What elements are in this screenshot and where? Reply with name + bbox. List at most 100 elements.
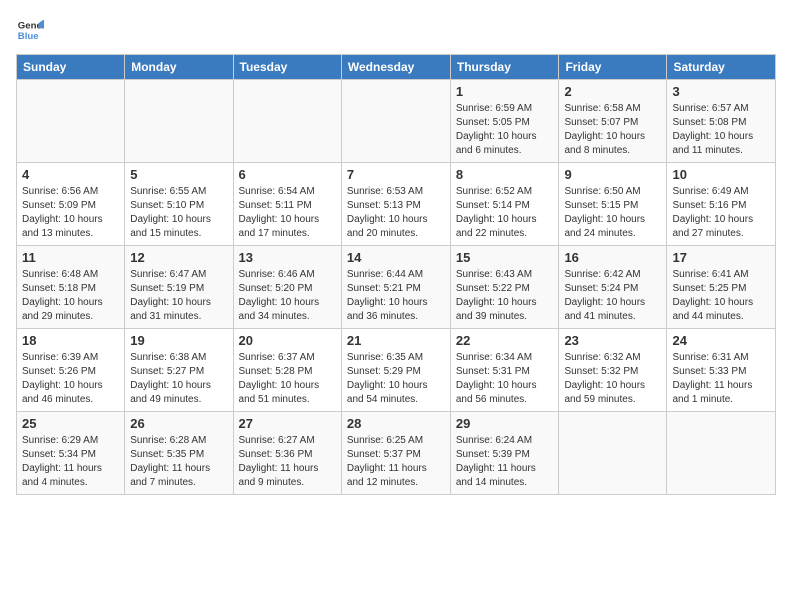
day-info: Sunrise: 6:27 AM Sunset: 5:36 PM Dayligh… (239, 434, 336, 490)
day-info: Sunrise: 6:59 AM Sunset: 5:05 PM Dayligh… (456, 102, 554, 158)
calendar-cell: 17 Sunrise: 6:41 AM Sunset: 5:25 PM Dayli… (667, 246, 776, 329)
day-number: 7 (347, 167, 445, 182)
calendar-cell: 7 Sunrise: 6:53 AM Sunset: 5:13 PM Daylig… (341, 163, 450, 246)
day-number: 19 (130, 333, 227, 348)
calendar-cell: 1 Sunrise: 6:59 AM Sunset: 5:05 PM Daylig… (450, 80, 559, 163)
day-number: 1 (456, 84, 554, 99)
column-header-wednesday: Wednesday (341, 55, 450, 80)
calendar-cell: 20 Sunrise: 6:37 AM Sunset: 5:28 PM Dayli… (233, 329, 341, 412)
day-number: 8 (456, 167, 554, 182)
calendar-cell: 14 Sunrise: 6:44 AM Sunset: 5:21 PM Dayli… (341, 246, 450, 329)
column-header-tuesday: Tuesday (233, 55, 341, 80)
calendar-cell (233, 80, 341, 163)
calendar-cell: 10 Sunrise: 6:49 AM Sunset: 5:16 PM Dayli… (667, 163, 776, 246)
calendar-cell: 21 Sunrise: 6:35 AM Sunset: 5:29 PM Dayli… (341, 329, 450, 412)
calendar-cell: 15 Sunrise: 6:43 AM Sunset: 5:22 PM Dayli… (450, 246, 559, 329)
calendar-cell: 3Sunrise: 6:57 AM Sunset: 5:08 PM Daylig… (667, 80, 776, 163)
page-header: General Blue (16, 16, 776, 44)
day-info: Sunrise: 6:49 AM Sunset: 5:16 PM Dayligh… (672, 185, 770, 241)
day-info: Sunrise: 6:34 AM Sunset: 5:31 PM Dayligh… (456, 351, 554, 407)
day-info: Sunrise: 6:44 AM Sunset: 5:21 PM Dayligh… (347, 268, 445, 324)
day-info: Sunrise: 6:41 AM Sunset: 5:25 PM Dayligh… (672, 268, 770, 324)
calendar-cell: 19 Sunrise: 6:38 AM Sunset: 5:27 PM Dayli… (125, 329, 233, 412)
calendar-cell: 16 Sunrise: 6:42 AM Sunset: 5:24 PM Dayli… (559, 246, 667, 329)
day-info: Sunrise: 6:58 AM Sunset: 5:07 PM Dayligh… (564, 102, 661, 158)
calendar-cell: 5Sunrise: 6:55 AM Sunset: 5:10 PM Daylig… (125, 163, 233, 246)
column-header-thursday: Thursday (450, 55, 559, 80)
day-info: Sunrise: 6:56 AM Sunset: 5:09 PM Dayligh… (22, 185, 119, 241)
calendar-cell: 26 Sunrise: 6:28 AM Sunset: 5:35 PM Dayli… (125, 412, 233, 495)
day-info: Sunrise: 6:28 AM Sunset: 5:35 PM Dayligh… (130, 434, 227, 490)
day-number: 29 (456, 416, 554, 431)
day-number: 6 (239, 167, 336, 182)
calendar-cell: 25 Sunrise: 6:29 AM Sunset: 5:34 PM Dayli… (17, 412, 125, 495)
calendar-cell: 28Sunrise: 6:25 AM Sunset: 5:37 PM Dayli… (341, 412, 450, 495)
calendar-cell: 18 Sunrise: 6:39 AM Sunset: 5:26 PM Dayli… (17, 329, 125, 412)
calendar-cell: 23 Sunrise: 6:32 AM Sunset: 5:32 PM Dayli… (559, 329, 667, 412)
day-number: 15 (456, 250, 554, 265)
day-info: Sunrise: 6:48 AM Sunset: 5:18 PM Dayligh… (22, 268, 119, 324)
logo-icon: General Blue (16, 16, 44, 44)
day-info: Sunrise: 6:24 AM Sunset: 5:39 PM Dayligh… (456, 434, 554, 490)
calendar-cell: 4 Sunrise: 6:56 AM Sunset: 5:09 PM Daylig… (17, 163, 125, 246)
day-number: 16 (564, 250, 661, 265)
day-info: Sunrise: 6:54 AM Sunset: 5:11 PM Dayligh… (239, 185, 336, 241)
day-number: 13 (239, 250, 336, 265)
calendar-week-row: 11 Sunrise: 6:48 AM Sunset: 5:18 PM Dayli… (17, 246, 776, 329)
day-number: 20 (239, 333, 336, 348)
day-info: Sunrise: 6:32 AM Sunset: 5:32 PM Dayligh… (564, 351, 661, 407)
calendar-cell (17, 80, 125, 163)
day-number: 10 (672, 167, 770, 182)
day-number: 27 (239, 416, 336, 431)
day-info: Sunrise: 6:37 AM Sunset: 5:28 PM Dayligh… (239, 351, 336, 407)
day-number: 23 (564, 333, 661, 348)
svg-text:Blue: Blue (18, 31, 39, 42)
calendar-cell: 22 Sunrise: 6:34 AM Sunset: 5:31 PM Dayli… (450, 329, 559, 412)
day-number: 24 (672, 333, 770, 348)
calendar-header-row: SundayMondayTuesdayWednesdayThursdayFrid… (17, 55, 776, 80)
day-number: 25 (22, 416, 119, 431)
day-number: 2 (564, 84, 661, 99)
column-header-sunday: Sunday (17, 55, 125, 80)
day-number: 14 (347, 250, 445, 265)
day-info: Sunrise: 6:42 AM Sunset: 5:24 PM Dayligh… (564, 268, 661, 324)
day-number: 9 (564, 167, 661, 182)
day-number: 21 (347, 333, 445, 348)
day-number: 11 (22, 250, 119, 265)
day-info: Sunrise: 6:53 AM Sunset: 5:13 PM Dayligh… (347, 185, 445, 241)
calendar-cell: 24Sunrise: 6:31 AM Sunset: 5:33 PM Dayli… (667, 329, 776, 412)
day-info: Sunrise: 6:29 AM Sunset: 5:34 PM Dayligh… (22, 434, 119, 490)
calendar-cell: 8 Sunrise: 6:52 AM Sunset: 5:14 PM Daylig… (450, 163, 559, 246)
calendar-week-row: 25 Sunrise: 6:29 AM Sunset: 5:34 PM Dayli… (17, 412, 776, 495)
day-info: Sunrise: 6:39 AM Sunset: 5:26 PM Dayligh… (22, 351, 119, 407)
day-number: 28 (347, 416, 445, 431)
day-info: Sunrise: 6:35 AM Sunset: 5:29 PM Dayligh… (347, 351, 445, 407)
day-number: 17 (672, 250, 770, 265)
day-info: Sunrise: 6:43 AM Sunset: 5:22 PM Dayligh… (456, 268, 554, 324)
calendar-table: SundayMondayTuesdayWednesdayThursdayFrid… (16, 54, 776, 495)
column-header-monday: Monday (125, 55, 233, 80)
calendar-week-row: 4 Sunrise: 6:56 AM Sunset: 5:09 PM Daylig… (17, 163, 776, 246)
day-info: Sunrise: 6:57 AM Sunset: 5:08 PM Dayligh… (672, 102, 770, 158)
day-info: Sunrise: 6:55 AM Sunset: 5:10 PM Dayligh… (130, 185, 227, 241)
day-number: 12 (130, 250, 227, 265)
calendar-cell: 12Sunrise: 6:47 AM Sunset: 5:19 PM Dayli… (125, 246, 233, 329)
calendar-cell: 29 Sunrise: 6:24 AM Sunset: 5:39 PM Dayli… (450, 412, 559, 495)
day-info: Sunrise: 6:50 AM Sunset: 5:15 PM Dayligh… (564, 185, 661, 241)
day-info: Sunrise: 6:38 AM Sunset: 5:27 PM Dayligh… (130, 351, 227, 407)
calendar-week-row: 1 Sunrise: 6:59 AM Sunset: 5:05 PM Daylig… (17, 80, 776, 163)
day-number: 22 (456, 333, 554, 348)
calendar-cell: 6 Sunrise: 6:54 AM Sunset: 5:11 PM Daylig… (233, 163, 341, 246)
day-number: 4 (22, 167, 119, 182)
calendar-cell: 13 Sunrise: 6:46 AM Sunset: 5:20 PM Dayli… (233, 246, 341, 329)
calendar-cell: 27 Sunrise: 6:27 AM Sunset: 5:36 PM Dayli… (233, 412, 341, 495)
calendar-cell: 11 Sunrise: 6:48 AM Sunset: 5:18 PM Dayli… (17, 246, 125, 329)
day-info: Sunrise: 6:52 AM Sunset: 5:14 PM Dayligh… (456, 185, 554, 241)
calendar-cell (125, 80, 233, 163)
logo: General Blue (16, 16, 48, 44)
column-header-saturday: Saturday (667, 55, 776, 80)
calendar-cell (341, 80, 450, 163)
day-info: Sunrise: 6:46 AM Sunset: 5:20 PM Dayligh… (239, 268, 336, 324)
day-number: 26 (130, 416, 227, 431)
day-number: 18 (22, 333, 119, 348)
